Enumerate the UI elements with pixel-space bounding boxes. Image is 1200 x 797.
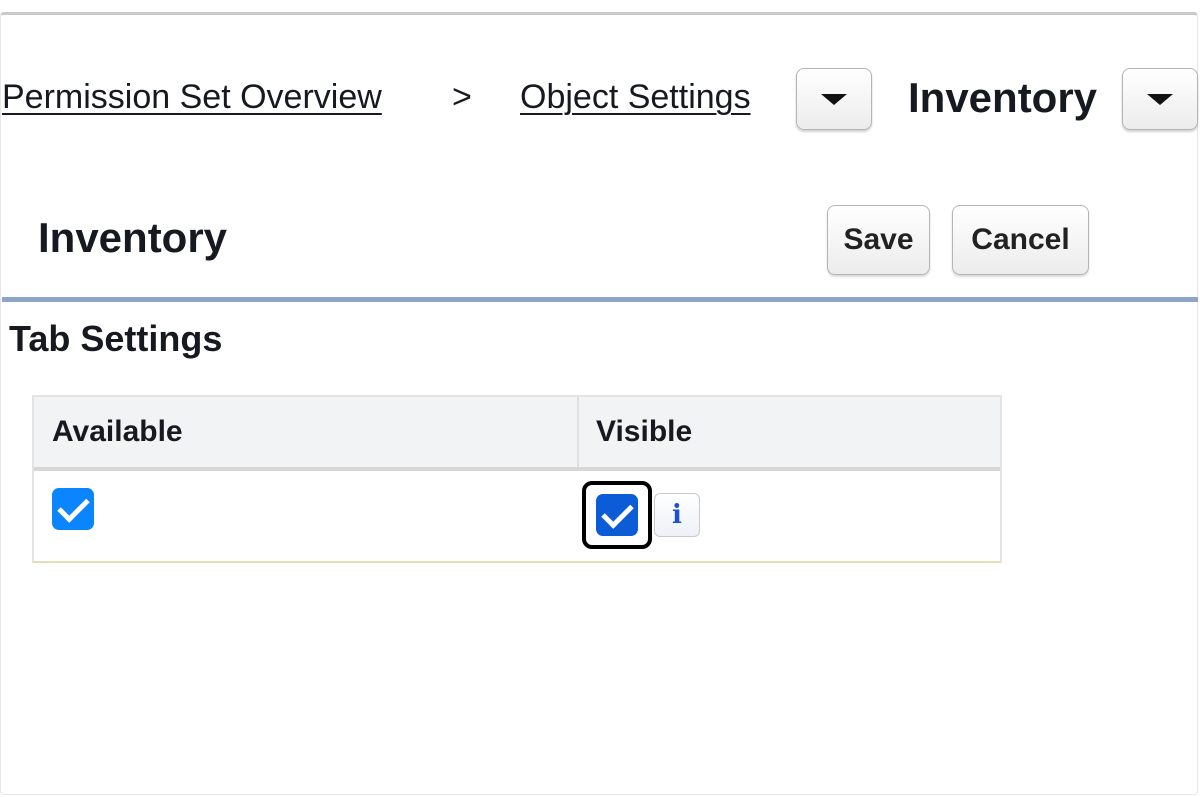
cancel-button[interactable]: Cancel (952, 205, 1089, 275)
object-settings-dropdown-button[interactable] (796, 68, 872, 130)
column-divider (577, 397, 579, 467)
column-header-available: Available (52, 415, 183, 448)
breadcrumb-permission-set-overview-link[interactable]: Permission Set Overview (2, 78, 382, 117)
check-icon (56, 489, 90, 523)
tab-settings-heading: Tab Settings (9, 318, 223, 359)
breadcrumb-object-settings-link[interactable]: Object Settings (520, 78, 751, 117)
info-icon: i (672, 500, 682, 530)
breadcrumb-separator: > (452, 78, 472, 116)
save-button[interactable]: Save (827, 205, 930, 275)
chevron-down-icon (821, 93, 847, 105)
info-button[interactable]: i (654, 493, 700, 537)
tab-settings-table: Available Visible i (32, 395, 1002, 563)
section-divider (2, 297, 1198, 302)
visible-checkbox[interactable] (596, 494, 638, 536)
object-dropdown-button[interactable] (1122, 68, 1198, 130)
visible-checkbox-focus-ring (582, 481, 652, 549)
check-icon (600, 495, 634, 529)
page-title: Inventory (38, 214, 228, 261)
breadcrumb-current-object: Inventory (908, 74, 1098, 121)
column-header-visible: Visible (596, 415, 693, 448)
table-header-row: Available Visible (34, 397, 1000, 471)
available-checkbox[interactable] (52, 488, 94, 530)
chevron-down-icon (1147, 93, 1173, 105)
